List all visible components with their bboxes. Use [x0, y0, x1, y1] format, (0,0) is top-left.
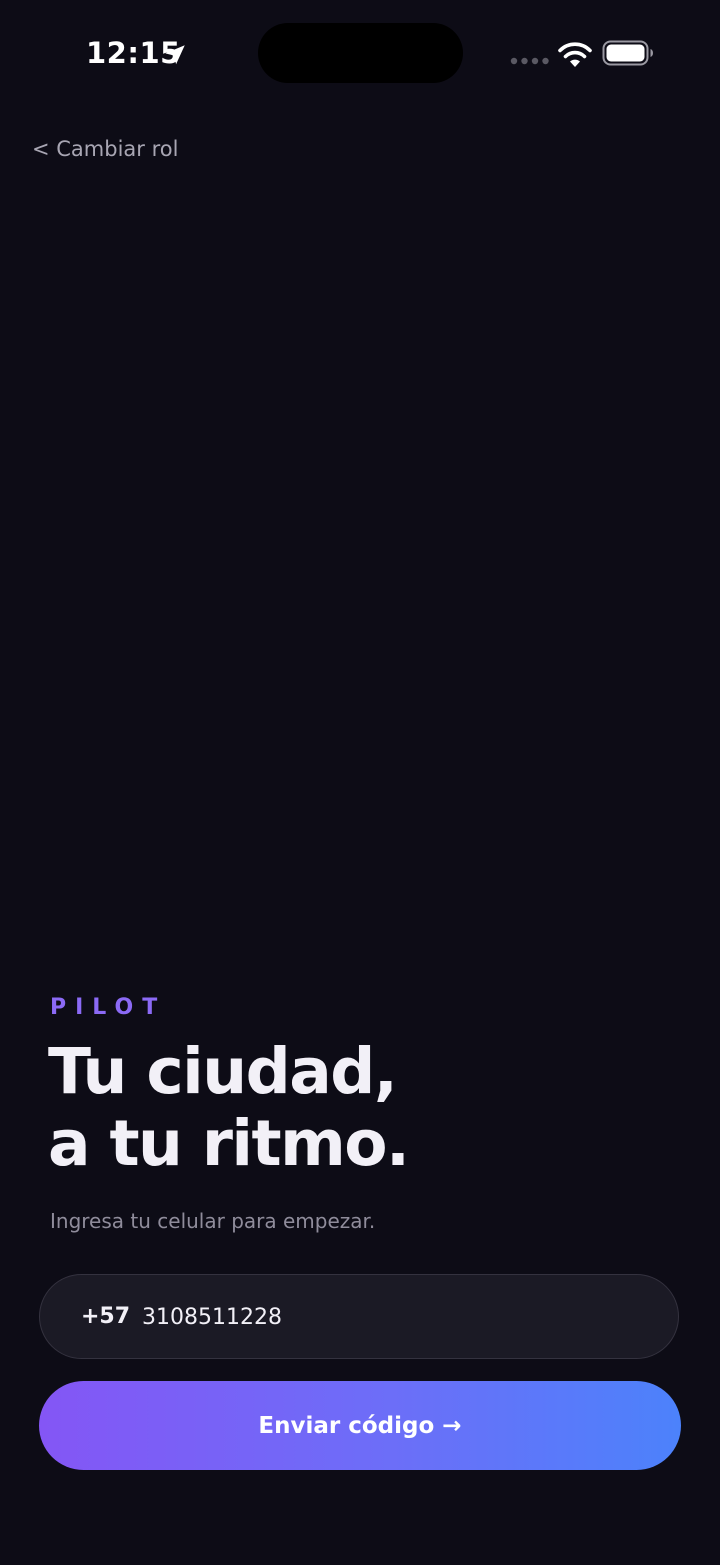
send-code-button[interactable]: Enviar código → — [39, 1381, 681, 1470]
phone-field[interactable]: +57 — [39, 1274, 679, 1359]
location-arrow-icon — [165, 45, 185, 65]
dynamic-island — [258, 23, 463, 83]
headline-line-2: a tu ritmo. — [48, 1107, 410, 1180]
headline: Tu ciudad, a tu ritmo. — [48, 1036, 688, 1180]
cellular-signal-icon — [510, 57, 549, 65]
headline-line-1: Tu ciudad, — [48, 1035, 398, 1108]
country-code[interactable]: +57 — [81, 1302, 130, 1332]
change-role-back-link[interactable]: < Cambiar rol — [32, 134, 178, 164]
brand-label: PILOT — [50, 995, 167, 1020]
battery-icon — [602, 40, 653, 66]
phone-input[interactable] — [142, 1297, 622, 1337]
wifi-icon — [558, 42, 592, 67]
status-bar: 12:15 — [0, 0, 720, 110]
send-code-button-label: Enviar código → — [258, 1412, 462, 1439]
subtitle: Ingresa tu celular para empezar. — [50, 1209, 376, 1233]
